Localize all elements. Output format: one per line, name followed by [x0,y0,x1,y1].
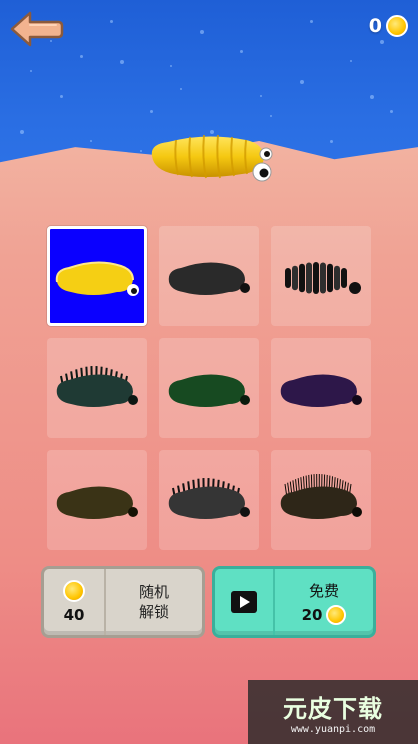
ribbed-worm-icon [285,262,361,294]
bubble [390,110,393,113]
skin-tile-spiky-teal-worm[interactable] [47,338,147,438]
skin-tile-yellow-worm[interactable] [47,226,147,326]
bubble [140,150,142,152]
dark-smooth-worm-icon [168,262,250,295]
skin-grid [47,226,373,550]
random-unlock-button[interactable]: 40 随机 解锁 [41,566,205,638]
skin-tile-ribbed-worm[interactable] [271,226,371,326]
bubble [380,40,384,44]
skin-tile-green-worm[interactable] [159,338,259,438]
free-reward: 20 [301,604,347,625]
bubble [120,60,124,64]
brown-worm-icon [56,486,138,519]
free-label: 免费 [308,581,339,600]
bubble [30,70,32,72]
skin-tile-grey-spiky-worm[interactable] [159,450,259,550]
hairy-worm-icon [280,474,362,519]
coin-count: 0 [368,15,382,37]
bubble [260,95,262,97]
bubble [20,130,24,134]
bubble [150,110,153,113]
gold-coin-icon [63,580,85,602]
bubble [60,95,63,98]
bubble [240,50,243,53]
bubble [110,20,113,23]
back-button[interactable] [8,10,64,48]
bubble [170,65,172,67]
coin-counter: 0 [369,15,408,37]
free-reward-value: 20 [301,605,323,624]
bubble [370,95,374,99]
gold-coin-icon [386,15,408,37]
bubble [330,140,333,143]
bubble [90,140,92,142]
bubble [300,80,304,84]
bubble [350,60,352,62]
back-arrow-icon [10,11,64,47]
free-coins-button[interactable]: 免费 20 [212,566,376,638]
random-unlock-price-value: 40 [63,606,85,624]
purple-worm-icon [280,374,362,407]
free-coins-label: 免费 20 [275,569,373,635]
video-play-icon [231,591,257,613]
random-unlock-price: 40 [44,569,106,635]
bubble [80,55,83,58]
bubble [200,30,204,34]
worm-preview [151,134,273,182]
grey-spiky-worm-icon [168,478,250,519]
skin-tile-brown-worm[interactable] [47,450,147,550]
skin-tile-hairy-worm[interactable] [271,450,371,550]
gold-coin-icon [326,604,347,625]
random-unlock-line2: 解锁 [138,603,169,621]
spiky-teal-worm-icon [56,366,138,407]
site-watermark: 元皮下载 www.yuanpi.com [248,680,418,744]
bubble [310,20,313,23]
watermark-url: www.yuanpi.com [290,724,376,735]
video-play-area [215,569,275,635]
bubble [270,115,272,117]
watermark-logo: 元皮下载 [283,695,383,723]
skin-tile-dark-smooth-worm[interactable] [159,226,259,326]
game-scene: 0 40 随机 解锁 免费 20 元皮下载 www.yuanpi.com [0,0,418,744]
bubble [180,88,182,90]
random-unlock-line1: 随机 [138,583,169,601]
skin-tile-purple-worm[interactable] [271,338,371,438]
random-unlock-label: 随机 解锁 [106,569,202,635]
green-worm-icon [168,374,250,407]
yellow-worm-icon [55,261,139,296]
